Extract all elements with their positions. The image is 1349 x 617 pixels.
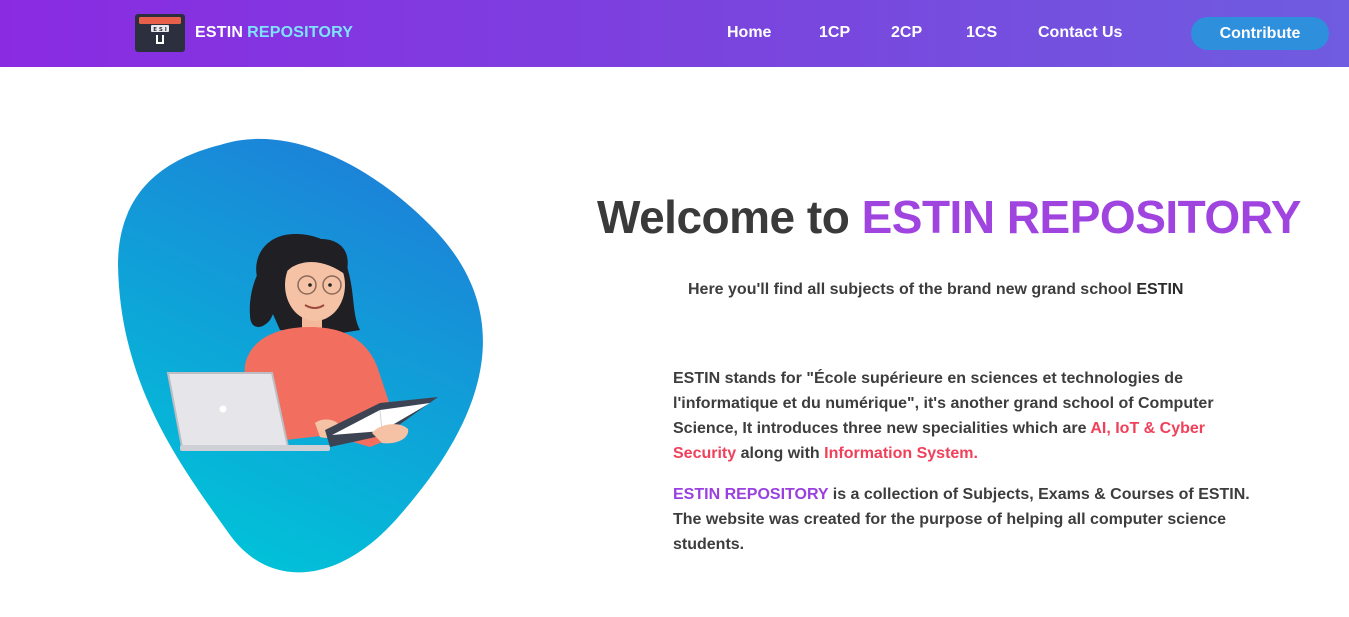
laptop-screen bbox=[166, 372, 290, 448]
contribute-button[interactable]: Contribute bbox=[1191, 17, 1329, 50]
navbar: E S I ESTIN REPOSITORY Home 1CP 2CP 1CS C… bbox=[0, 0, 1349, 67]
brand-logo-link[interactable]: E S I ESTIN REPOSITORY bbox=[135, 14, 353, 52]
title-prefix: Welcome to bbox=[597, 191, 850, 243]
subtitle-prefix: Here you'll find all subjects of the bra… bbox=[688, 281, 1132, 298]
subtitle-strong: ESTIN bbox=[1136, 281, 1184, 298]
about-p1-mid: along with bbox=[740, 445, 820, 462]
archive-box-icon: E S I bbox=[135, 14, 185, 52]
about-paragraph-2: ESTIN REPOSITORY is a collection of Subj… bbox=[673, 482, 1263, 557]
brand-text: ESTIN REPOSITORY bbox=[195, 24, 353, 42]
page-title: Welcome to ESTIN REPOSITORY bbox=[597, 190, 1301, 244]
laptop-base bbox=[180, 445, 330, 451]
hero-subtitle: Here you'll find all subjects of the bra… bbox=[688, 281, 1183, 299]
nav-link-contact-us[interactable]: Contact Us bbox=[1038, 24, 1122, 42]
title-accent: ESTIN REPOSITORY bbox=[861, 191, 1302, 243]
nav-link-1cs[interactable]: 1CS bbox=[966, 24, 997, 42]
woman-studying-laptop-book-illustration bbox=[118, 138, 483, 573]
brand-secondary-text: REPOSITORY bbox=[247, 24, 354, 41]
nav-link-2cp[interactable]: 2CP bbox=[891, 24, 922, 42]
nav-link-1cp[interactable]: 1CP bbox=[819, 24, 850, 42]
nav-link-home[interactable]: Home bbox=[727, 24, 771, 42]
about-p1-info: Information System. bbox=[824, 445, 978, 462]
svg-text:E S I: E S I bbox=[153, 27, 167, 33]
about-paragraph-1: ESTIN stands for "École supérieure en sc… bbox=[673, 366, 1263, 466]
brand-primary-text: ESTIN bbox=[195, 24, 244, 41]
about-p2-brand: ESTIN REPOSITORY bbox=[673, 486, 829, 503]
